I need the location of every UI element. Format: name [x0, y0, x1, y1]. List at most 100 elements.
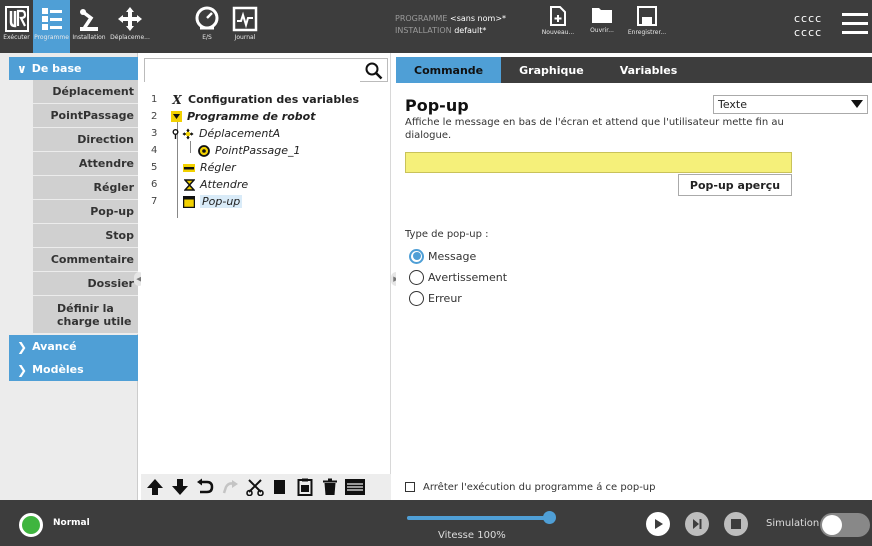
sidebar-item-label: Déplacement [52, 85, 134, 98]
io-tab[interactable]: E/S [187, 0, 227, 53]
tree-row-robot-program[interactable]: 2 Programme de robot [141, 108, 389, 125]
installation-tab[interactable]: Installation [70, 0, 108, 53]
save-program-label: Enregistrer... [627, 29, 667, 36]
move-down-arrow-icon[interactable] [170, 477, 190, 497]
tree-row-move-a[interactable]: 3 DéplacementA [141, 125, 389, 142]
speed-slider-handle[interactable] [543, 511, 556, 524]
tree-row-number: 2 [151, 111, 158, 122]
sidebar-item-comment[interactable]: Commentaire [33, 248, 138, 272]
installation-name: default* [454, 26, 487, 35]
radio-error[interactable]: Erreur [409, 289, 462, 307]
sidebar-item-label: Attendre [78, 157, 134, 170]
tree-row-popup[interactable]: 7 Pop-up [141, 193, 389, 210]
search-icon[interactable] [365, 62, 383, 80]
suppress-icon[interactable] [345, 477, 365, 497]
delete-trash-icon[interactable] [320, 477, 340, 497]
tree-row-label: Pop-up [200, 195, 243, 208]
bottom-bar: Normal Vitesse 100% Simulation [0, 500, 872, 546]
tree-row-wait[interactable]: 6 Attendre [141, 176, 389, 193]
move-tab[interactable]: Déplaceme... [108, 0, 152, 53]
sidebar-item-stop[interactable]: Stop [33, 224, 138, 248]
node-editor-panel: Commande Graphique Variables Pop-up Text… [396, 53, 872, 500]
program-tree-panel: 1 X Configuration des variables 2 Progra… [141, 53, 391, 500]
popup-content-type-select[interactable]: Texte [713, 95, 868, 114]
radio-warning[interactable]: Avertissement [409, 268, 507, 286]
user-codes: cccc cccc [794, 12, 822, 40]
tree-row-number: 1 [151, 94, 158, 105]
cut-scissors-icon[interactable] [245, 477, 265, 497]
tree-row-waypoint-1[interactable]: 4 PointPassage_1 [141, 142, 389, 159]
step-button[interactable] [685, 512, 709, 536]
program-name: <sans nom>* [450, 14, 507, 23]
robot-status-text: Normal [53, 518, 90, 528]
node-title: Pop-up [405, 96, 469, 115]
sidebar-item-label: Stop [105, 229, 134, 242]
radio-error-label: Erreur [428, 291, 462, 305]
ur-logo-icon [4, 6, 29, 32]
save-program-button[interactable]: Enregistrer... [625, 6, 669, 36]
popup-preview-button[interactable]: Pop-up aperçu [678, 174, 792, 196]
radio-button-selected[interactable] [409, 248, 424, 264]
pin-icon [171, 128, 179, 140]
radio-button[interactable] [409, 269, 424, 285]
new-file-icon [550, 6, 566, 26]
copy-icon[interactable] [270, 477, 290, 497]
log-tab-label: Journal [234, 34, 256, 41]
program-tab[interactable]: Programme [33, 0, 70, 53]
sidebar-item-set-payload[interactable]: Définir la charge utile [33, 296, 138, 334]
open-program-label: Ouvrir... [590, 27, 614, 34]
undo-icon[interactable] [195, 477, 215, 497]
sidebar-item-popup[interactable]: Pop-up [33, 200, 138, 224]
category-templates[interactable]: ❯ Modèles [9, 358, 138, 381]
tree-row-variables-setup[interactable]: 1 X Configuration des variables [141, 91, 389, 108]
play-button[interactable] [646, 512, 670, 536]
sidebar-item-direction[interactable]: Direction [33, 128, 138, 152]
new-program-button[interactable]: Nouveau... [540, 6, 576, 36]
category-advanced[interactable]: ❯ Avancé [9, 335, 138, 358]
sidebar-item-label: PointPassage [50, 109, 134, 122]
sidebar-item-set[interactable]: Régler [33, 176, 138, 200]
dropdown-arrow-icon [851, 100, 863, 108]
tree-search-input[interactable] [145, 60, 360, 83]
stop-program-option[interactable]: Arrêter l'exécution du programme á ce po… [405, 479, 656, 495]
paste-icon[interactable] [295, 477, 315, 497]
robot-arm-icon [80, 9, 98, 31]
tab-command[interactable]: Commande [396, 57, 502, 83]
tree-row-set[interactable]: 5 Régler [141, 159, 389, 176]
sidebar-item-waypoint[interactable]: PointPassage [33, 104, 138, 128]
program-tree-icon [41, 8, 62, 30]
radio-button[interactable] [409, 290, 424, 306]
installation-tab-label: Installation [72, 34, 106, 41]
move-up-arrow-icon[interactable] [145, 477, 165, 497]
robot-status-indicator[interactable] [19, 513, 43, 537]
log-tab[interactable]: Journal [228, 0, 262, 53]
hamburger-menu-icon[interactable] [842, 13, 868, 37]
radio-message[interactable]: Message [409, 247, 476, 265]
run-tab[interactable]: Exécuter [0, 0, 33, 53]
tree-row-label: Programme de robot [187, 110, 316, 123]
sidebar-item-folder[interactable]: Dossier [33, 272, 138, 296]
sidebar-item-move[interactable]: Déplacement [33, 80, 138, 104]
stop-button[interactable] [724, 512, 748, 536]
tab-variables[interactable]: Variables [602, 57, 696, 83]
tree-row-label: DéplacementA [199, 127, 281, 140]
popup-message-input[interactable] [405, 152, 792, 173]
category-basic-label: De base [31, 62, 82, 75]
tab-graphics[interactable]: Graphique [501, 57, 602, 83]
redo-icon[interactable] [220, 477, 240, 497]
sidebar-item-wait[interactable]: Attendre [33, 152, 138, 176]
popup-content-type-value: Texte [718, 98, 748, 111]
tree-row-number: 5 [151, 162, 158, 173]
tree-row-label: Configuration des variables [188, 93, 359, 106]
folder-icon [592, 8, 612, 23]
open-program-button[interactable]: Ouvrir... [588, 6, 616, 34]
stop-program-checkbox[interactable] [405, 482, 415, 492]
variable-x-icon: X [172, 92, 182, 107]
speed-slider-fill [407, 516, 549, 520]
category-basic[interactable]: ∨ De base [9, 57, 138, 80]
tree-row-number: 7 [151, 196, 158, 207]
top-bar: Exécuter Programme Installation Déplacem… [0, 0, 872, 53]
tree-search[interactable] [144, 58, 388, 83]
simulation-toggle[interactable] [820, 513, 870, 537]
tree-row-number: 4 [151, 145, 158, 156]
